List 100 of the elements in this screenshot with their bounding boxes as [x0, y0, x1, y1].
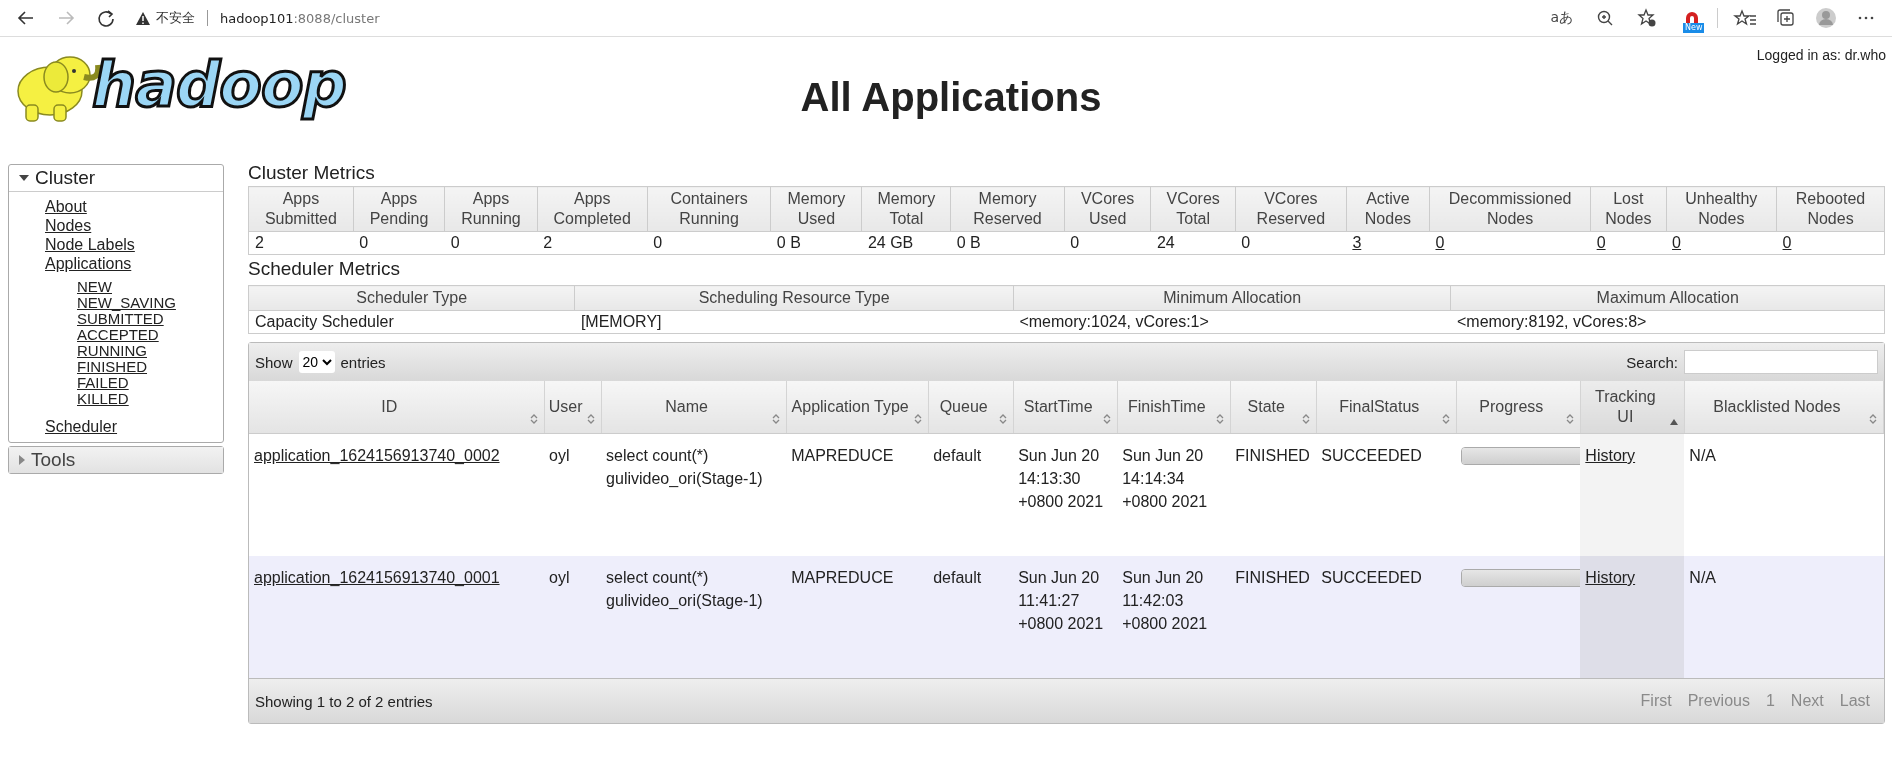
column-header[interactable]: StartTime	[1013, 381, 1118, 434]
table-cell: FINISHED	[1230, 556, 1317, 678]
section-title: Cluster Metrics	[248, 161, 376, 185]
column-header: Scheduling Resource Type	[574, 285, 1014, 311]
extension-button[interactable]: New	[1677, 3, 1707, 33]
table-cell: 0	[647, 231, 771, 255]
state-link[interactable]: KILLED	[77, 391, 223, 407]
history-link[interactable]: History	[1585, 447, 1636, 464]
table-cell: 24	[1150, 231, 1236, 255]
table-cell: Sun Jun 20 14:13:30 +0800 2021	[1013, 433, 1118, 556]
search-field[interactable]	[1684, 350, 1878, 374]
application-link[interactable]: application_1624156913740_0002	[254, 447, 500, 464]
column-header: Scheduler Type	[248, 285, 575, 311]
sort-icon[interactable]	[1441, 413, 1450, 425]
sidebar-link[interactable]: Node Labels	[45, 235, 223, 254]
sidebar-link[interactable]: Nodes	[45, 216, 223, 235]
sort-icon[interactable]	[529, 413, 538, 425]
sort-ascending-icon[interactable]	[1669, 419, 1678, 425]
table-cell: select count(*) gulivideo_ori(Stage-1)	[601, 433, 787, 556]
sort-icon[interactable]	[1215, 413, 1224, 425]
warning-icon[interactable]	[136, 11, 150, 25]
table-cell: Sun Jun 20 14:14:34 +0800 2021	[1117, 433, 1231, 556]
sort-icon[interactable]	[1301, 413, 1310, 425]
application-link[interactable]: application_1624156913740_0001	[254, 569, 500, 586]
column-header: Minimum Allocation	[1013, 285, 1451, 311]
sort-icon[interactable]	[1869, 413, 1877, 425]
table-cell: <memory:8192, vCores:8>	[1450, 310, 1885, 334]
table-cell: 0	[353, 231, 445, 255]
expanded-caret-icon	[19, 175, 29, 181]
state-link[interactable]: SUBMITTED	[77, 311, 223, 327]
state-link[interactable]: NEW	[77, 279, 223, 295]
table-cell: default	[928, 556, 1014, 678]
metric-link[interactable]: 0	[1435, 234, 1445, 251]
table-cell: Sun Jun 20 11:42:03 +0800 2021	[1117, 556, 1231, 678]
column-header: Unhealthy Nodes	[1666, 186, 1777, 232]
table-cell: SUCCEEDED	[1316, 433, 1457, 556]
table-cell: 0	[1235, 231, 1347, 255]
metric-link[interactable]: 0	[1672, 234, 1681, 251]
state-link[interactable]: ACCEPTED	[77, 327, 223, 343]
table-cell: [MEMORY]	[574, 310, 1014, 334]
table-cell: default	[928, 433, 1014, 556]
sort-icon[interactable]	[771, 413, 780, 425]
metric-link[interactable]: 3	[1352, 234, 1362, 251]
column-header: Memory Used	[770, 186, 862, 232]
metric-link[interactable]: 0	[1782, 234, 1792, 251]
state-link[interactable]: RUNNING	[77, 343, 223, 359]
column-header[interactable]: FinishTime	[1117, 381, 1231, 434]
column-header: Memory Total	[861, 186, 951, 232]
column-header[interactable]: FinalStatus	[1316, 381, 1457, 434]
table-cell: 0 B	[950, 231, 1065, 255]
entries-label: entries	[340, 353, 386, 371]
sort-icon[interactable]	[586, 413, 595, 425]
table-cell: 2	[537, 231, 648, 255]
sidebar-link[interactable]: About	[45, 197, 223, 216]
history-link[interactable]: History	[1585, 569, 1636, 586]
table-cell: MAPREDUCE	[786, 556, 929, 678]
security-label[interactable]: 不安全	[156, 9, 195, 27]
column-header[interactable]: Application Type	[786, 381, 929, 434]
table-cell: 0	[444, 231, 538, 255]
column-header[interactable]: Tracking UI	[1580, 381, 1685, 434]
column-header: VCores Used	[1064, 186, 1151, 232]
metric-link[interactable]: 0	[1596, 234, 1606, 251]
sort-icon[interactable]	[998, 413, 1007, 425]
table-cell: select count(*) gulivideo_ori(Stage-1)	[601, 556, 787, 678]
table-cell: 24 GB	[861, 231, 951, 255]
column-header[interactable]: State	[1230, 381, 1317, 434]
entries-info: Showing 1 to 2 of 2 entries	[255, 692, 433, 710]
collapsed-caret-icon	[19, 455, 25, 465]
table-cell: FINISHED	[1230, 433, 1317, 556]
column-header: Apps Pending	[353, 186, 445, 232]
state-link[interactable]: FINISHED	[77, 359, 223, 375]
table-cell: 0 B	[770, 231, 862, 255]
column-header[interactable]: User	[544, 381, 602, 434]
table-cell: N/A	[1684, 433, 1884, 556]
sort-icon[interactable]	[1565, 413, 1574, 425]
sidebar-link[interactable]: Applications	[45, 254, 223, 273]
column-header: Apps Running	[444, 186, 538, 232]
column-header: Apps Submitted	[248, 186, 354, 232]
column-header[interactable]: ID	[249, 381, 545, 434]
url-text[interactable]: hadoop101:8088/cluster	[220, 10, 380, 26]
table-cell: SUCCEEDED	[1316, 556, 1457, 678]
state-link[interactable]: NEW_SAVING	[77, 295, 223, 311]
page-title: All Applications	[799, 77, 1103, 117]
column-header[interactable]: Name	[601, 381, 787, 434]
column-header[interactable]: Blacklisted Nodes	[1684, 381, 1884, 434]
sidebar-section[interactable]: Cluster	[9, 165, 223, 192]
sort-icon[interactable]	[1102, 413, 1111, 425]
sort-icon[interactable]	[913, 413, 922, 425]
sidebar-section[interactable]: Tools	[9, 447, 223, 473]
sidebar-link[interactable]: Scheduler	[45, 417, 223, 436]
table-cell: <memory:1024, vCores:1>	[1013, 310, 1451, 334]
column-header: VCores Total	[1150, 186, 1236, 232]
table-cell: Capacity Scheduler	[248, 310, 575, 334]
page-size-select[interactable]: 20	[298, 351, 335, 373]
table-cell: oyl	[544, 433, 602, 556]
column-header[interactable]: Progress	[1456, 381, 1581, 434]
read-aloud-button[interactable]: aあ	[1542, 9, 1581, 27]
column-header: Maximum Allocation	[1450, 285, 1885, 311]
state-link[interactable]: FAILED	[77, 375, 223, 391]
column-header[interactable]: Queue	[928, 381, 1014, 434]
